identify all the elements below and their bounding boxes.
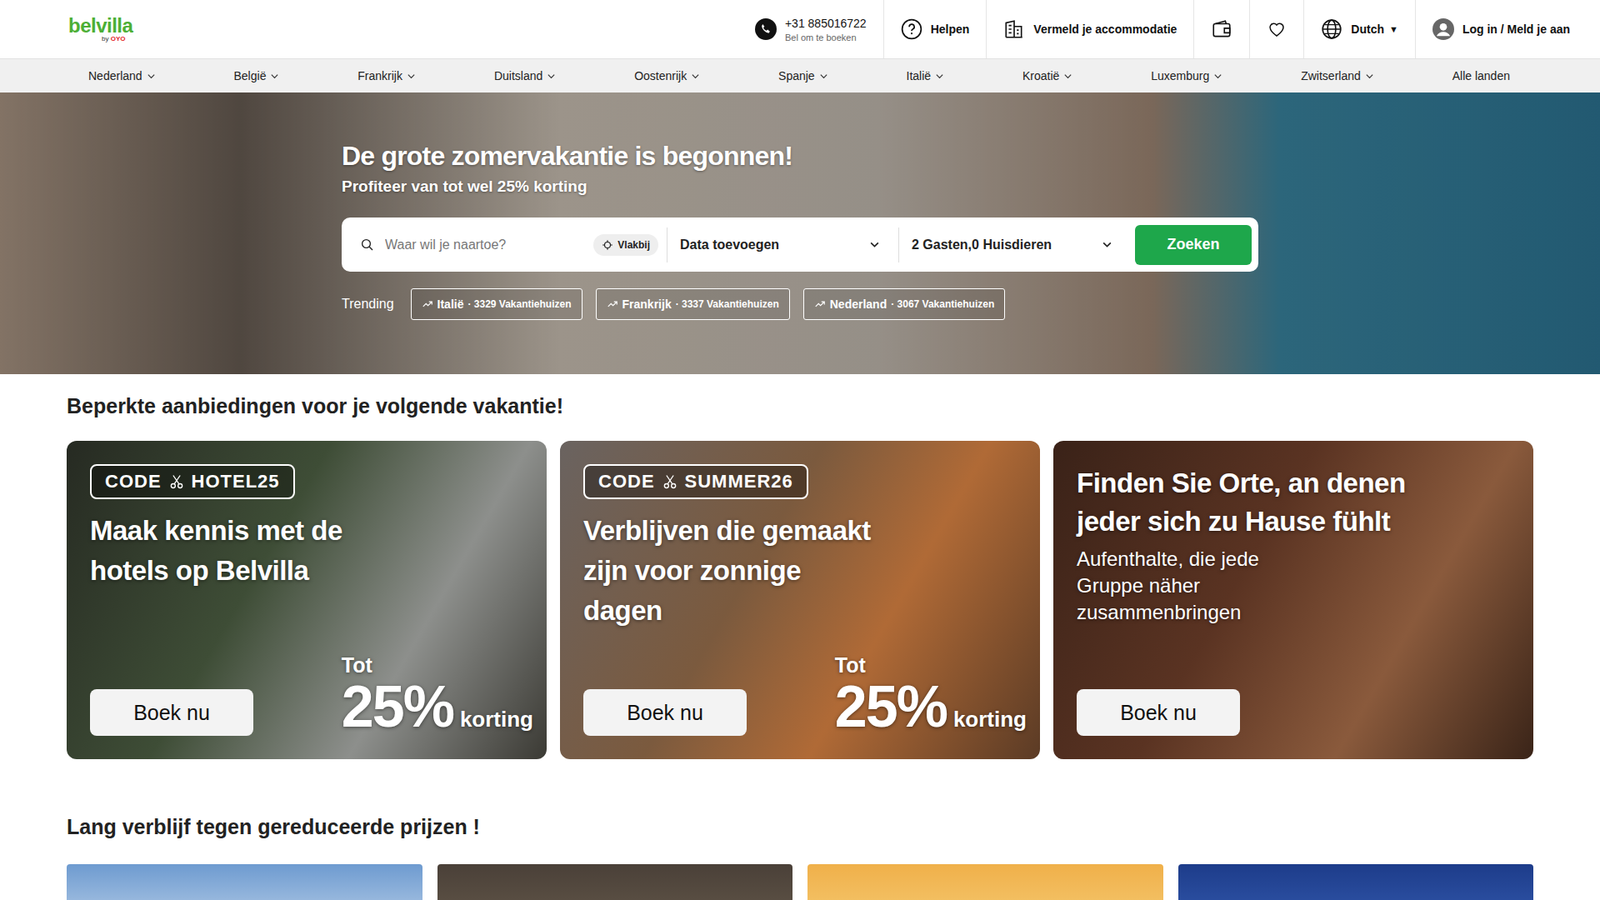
trend-up-icon xyxy=(606,298,619,310)
promo-code-badge: CODE SUMMER26 xyxy=(583,464,809,500)
long-stay-card[interactable] xyxy=(66,864,423,900)
long-stay-card[interactable] xyxy=(807,864,1164,900)
chevron-down-icon xyxy=(1063,71,1073,81)
wallet-icon xyxy=(1210,18,1233,40)
logo[interactable]: belvilla by OYO xyxy=(68,15,133,43)
country-link[interactable]: Duitsland xyxy=(494,69,556,83)
guests-field[interactable]: 2 Gasten,0 Huisdieren xyxy=(899,227,1131,263)
help-icon xyxy=(900,18,923,40)
chevron-down-icon xyxy=(1213,71,1223,81)
trending-chip[interactable]: Frankrijk · 3337 Vakantiehuizen xyxy=(595,288,790,320)
country-link[interactable]: Frankrijk xyxy=(357,69,416,83)
chevron-down-icon xyxy=(1365,71,1375,81)
hero-subtitle: Profiteer van tot wel 25% korting xyxy=(341,175,1600,198)
user-icon xyxy=(1432,18,1455,40)
offer-card[interactable]: Finden Sie Orte, an denen jeder sich zu … xyxy=(1053,440,1534,760)
chevron-down-icon xyxy=(406,71,416,81)
discount-label: Tot 25%korting xyxy=(341,653,534,736)
language-select[interactable]: Dutch ▼ xyxy=(1303,0,1415,59)
header: belvilla by OYO +31 885016722 Bel om te … xyxy=(0,0,1600,59)
hero: De grote zomervakantie is begonnen! Prof… xyxy=(0,92,1600,375)
offer-subtitle: Aufenthalte, die jede Gruppe näher zusam… xyxy=(1076,545,1327,626)
phone-note: Bel om te boeken xyxy=(785,32,867,43)
crosshair-icon xyxy=(601,239,614,251)
book-now-button[interactable]: Boek nu xyxy=(583,689,747,736)
building-icon xyxy=(1003,18,1025,40)
logo-name: belvilla xyxy=(68,15,133,36)
scissors-icon xyxy=(168,473,185,490)
promo-code-badge: CODE HOTEL25 xyxy=(90,464,295,500)
chevron-down-icon xyxy=(690,71,700,81)
wallet-button[interactable] xyxy=(1193,0,1250,59)
country-link[interactable]: Alle landen xyxy=(1452,69,1510,83)
chevron-down-icon xyxy=(146,71,156,81)
book-now-button[interactable]: Boek nu xyxy=(90,689,254,736)
book-now-button[interactable]: Boek nu xyxy=(1076,689,1240,736)
help-link[interactable]: Helpen xyxy=(883,0,987,59)
country-link[interactable]: Oostenrijk xyxy=(634,69,700,83)
country-nav: Nederland België Frankrijk Duitsland Oos… xyxy=(0,58,1600,93)
login-button[interactable]: Log in / Meld je aan xyxy=(1415,0,1600,59)
country-link[interactable]: Italië xyxy=(906,69,945,83)
trend-up-icon xyxy=(814,298,826,310)
offers-section: Beperkte aanbiedingen voor je volgende v… xyxy=(0,374,1600,760)
trend-up-icon xyxy=(421,298,434,310)
offer-title: Verblijven die gemaakt zijn voor zonnige… xyxy=(583,510,884,631)
offer-card[interactable]: CODE SUMMER26 Verblijven die gemaakt zij… xyxy=(560,440,1040,760)
favorites-button[interactable] xyxy=(1249,0,1304,59)
dates-field[interactable]: Data toevoegen xyxy=(667,227,900,263)
list-property-link[interactable]: Vermeld je accommodatie xyxy=(985,0,1194,59)
long-stay-section: Lang verblijf tegen gereduceerde prijzen… xyxy=(0,759,1600,900)
destination-field: Vlakbij xyxy=(360,227,668,263)
phone-icon xyxy=(755,18,777,40)
destination-input[interactable] xyxy=(383,236,585,254)
long-stay-card[interactable] xyxy=(437,864,794,900)
offer-card[interactable]: CODE HOTEL25 Maak kennis met de hotels o… xyxy=(66,440,547,760)
phone-link[interactable]: +31 885016722 Bel om te boeken xyxy=(738,0,884,59)
country-link[interactable]: Nederland xyxy=(88,69,156,83)
country-link[interactable]: Zwitserland xyxy=(1300,69,1375,83)
trending-chip[interactable]: Nederland · 3067 Vakantiehuizen xyxy=(803,288,1006,320)
offer-title: Maak kennis met de hotels op Belvilla xyxy=(90,510,390,591)
search-icon xyxy=(360,237,375,253)
section-title: Beperkte aanbiedingen voor je volgende v… xyxy=(66,374,1534,419)
language-caret: ▼ xyxy=(1389,24,1399,35)
phone-number: +31 885016722 xyxy=(785,16,867,30)
country-link[interactable]: Spanje xyxy=(778,69,829,83)
header-actions: +31 885016722 Bel om te boeken Helpen Ve… xyxy=(738,0,1600,59)
trending-chip[interactable]: Italië · 3329 Vakantiehuizen xyxy=(410,288,583,320)
hero-title: De grote zomervakantie is begonnen! xyxy=(341,139,1600,173)
trending-label: Trending xyxy=(341,296,395,312)
heart-icon xyxy=(1266,19,1287,40)
search-button[interactable]: Zoeken xyxy=(1135,225,1252,265)
chevron-down-icon xyxy=(819,71,829,81)
search-bar: Vlakbij Data toevoegen 2 Gasten,0 Huisdi… xyxy=(341,217,1259,272)
section-title: Lang verblijf tegen gereduceerde prijzen… xyxy=(66,759,1534,840)
globe-icon xyxy=(1320,18,1343,40)
trending-row: Trending Italië · 3329 Vakantiehuizen Fr… xyxy=(341,288,1600,320)
chevron-down-icon xyxy=(1101,239,1113,250)
nearby-chip[interactable]: Vlakbij xyxy=(593,234,659,256)
offer-title: Finden Sie Orte, an denen jeder sich zu … xyxy=(1076,464,1410,541)
country-link[interactable]: Luxemburg xyxy=(1150,69,1223,83)
scissors-icon xyxy=(661,473,679,490)
chevron-down-icon xyxy=(869,239,880,250)
logo-by: by OYO xyxy=(101,35,133,43)
chevron-down-icon xyxy=(270,71,280,81)
page: belvilla by OYO +31 885016722 Bel om te … xyxy=(0,0,1600,900)
chevron-down-icon xyxy=(546,71,556,81)
country-link[interactable]: Kroatië xyxy=(1022,69,1073,83)
country-link[interactable]: België xyxy=(234,69,280,83)
long-stay-card[interactable] xyxy=(1178,864,1535,900)
chevron-down-icon xyxy=(935,71,945,81)
discount-label: Tot 25%korting xyxy=(835,653,1027,736)
